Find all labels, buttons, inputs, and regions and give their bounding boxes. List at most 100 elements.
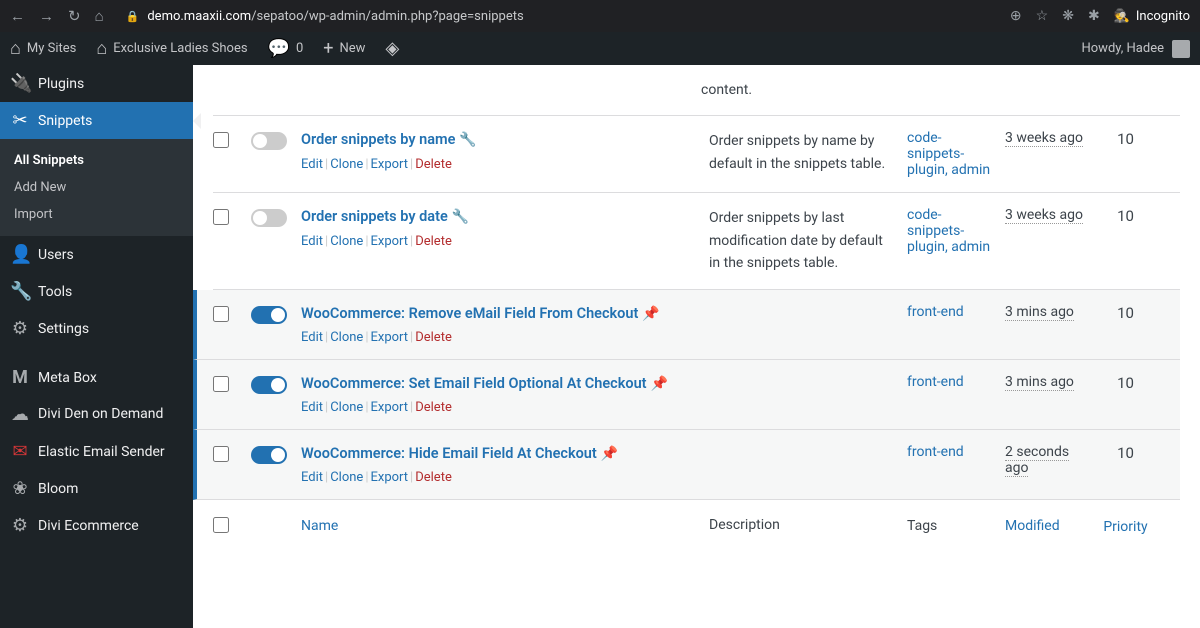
- forward-icon[interactable]: →: [39, 7, 54, 25]
- user-greeting[interactable]: Howdy, Hadee: [1081, 40, 1200, 58]
- indicator-icon: 📌: [651, 376, 668, 392]
- snippet-title-link[interactable]: WooCommerce: Remove eMail Field From Che…: [301, 305, 638, 322]
- comment-icon: 💬: [268, 38, 290, 59]
- plus-icon: +: [323, 38, 333, 59]
- export-link[interactable]: Export: [371, 470, 409, 485]
- submenu-all-snippets[interactable]: All Snippets: [0, 147, 193, 174]
- plugin-icon: 🔌: [10, 73, 30, 94]
- wp-admin-toolbar: ⌂ My Sites ⌂ Exclusive Ladies Shoes 💬 0 …: [0, 32, 1200, 65]
- snippet-title-link[interactable]: Order snippets by date: [301, 208, 448, 225]
- extension-icon[interactable]: ✱: [1088, 8, 1100, 24]
- home-icon[interactable]: ⌂: [95, 7, 104, 25]
- snippet-title-link[interactable]: Order snippets by name: [301, 131, 455, 148]
- divi-link[interactable]: ◈: [375, 32, 409, 65]
- sidebar-item-elastic[interactable]: ✉ Elastic Email Sender: [0, 433, 193, 470]
- admin-sidebar: 🔌 Plugins ✂ Snippets All Snippets Add Ne…: [0, 65, 193, 628]
- site-link[interactable]: ⌂ Exclusive Ladies Shoes: [86, 32, 257, 65]
- bookmark-icon[interactable]: ☆: [1036, 8, 1049, 24]
- activate-toggle[interactable]: [251, 446, 287, 464]
- clone-link[interactable]: Clone: [330, 330, 363, 345]
- select-all-checkbox[interactable]: [213, 517, 229, 533]
- snippet-title-link[interactable]: WooCommerce: Set Email Field Optional At…: [301, 375, 647, 392]
- clone-link[interactable]: Clone: [330, 400, 363, 415]
- tag-link[interactable]: front-end: [907, 304, 964, 320]
- edit-link[interactable]: Edit: [301, 470, 323, 485]
- col-modified-sort[interactable]: Modified: [1005, 518, 1060, 534]
- row-description: Order snippets by last modification date…: [709, 207, 899, 274]
- sidebar-item-tools[interactable]: 🔧 Tools: [0, 273, 193, 310]
- row-actions: Edit|Clone|Export|Delete: [301, 234, 701, 249]
- export-link[interactable]: Export: [371, 330, 409, 345]
- export-link[interactable]: Export: [371, 234, 409, 249]
- reload-icon[interactable]: ↻: [68, 7, 81, 25]
- submenu-add-new[interactable]: Add New: [0, 174, 193, 201]
- modified-time: 3 mins ago: [1005, 374, 1074, 391]
- delete-link[interactable]: Delete: [415, 234, 452, 249]
- sidebar-item-dividen[interactable]: ☁ Divi Den on Demand: [0, 396, 193, 433]
- row-checkbox[interactable]: [213, 446, 229, 462]
- col-priority-sort[interactable]: Priority: [1103, 519, 1147, 535]
- delete-link[interactable]: Delete: [415, 400, 452, 415]
- tag-link[interactable]: admin: [951, 239, 990, 255]
- snippet-row: Order snippets by name🔧Edit|Clone|Export…: [213, 116, 1180, 193]
- indicator-icon: 📌: [642, 306, 659, 322]
- activate-toggle[interactable]: [251, 306, 287, 324]
- clone-link[interactable]: Clone: [330, 157, 363, 172]
- tag-link[interactable]: front-end: [907, 374, 964, 390]
- sidebar-item-settings[interactable]: ⚙ Settings: [0, 310, 193, 347]
- snippet-title-link[interactable]: WooCommerce: Hide Email Field At Checkou…: [301, 445, 597, 462]
- col-description: Description: [709, 514, 899, 536]
- my-sites-link[interactable]: ⌂ My Sites: [0, 32, 86, 65]
- indicator-icon: 📌: [601, 446, 618, 462]
- activate-toggle[interactable]: [251, 209, 287, 227]
- edit-link[interactable]: Edit: [301, 234, 323, 249]
- url-bar[interactable]: 🔒 demo.maaxii.com/sepatoo/wp-admin/admin…: [126, 9, 998, 24]
- snippet-row: WooCommerce: Hide Email Field At Checkou…: [193, 430, 1180, 500]
- divi-icon: ◈: [385, 38, 399, 59]
- col-name-sort[interactable]: Name: [301, 518, 338, 534]
- activate-toggle[interactable]: [251, 376, 287, 394]
- back-icon[interactable]: ←: [10, 7, 25, 25]
- col-tags: Tags: [907, 518, 997, 534]
- row-checkbox[interactable]: [213, 376, 229, 392]
- modified-time: 3 weeks ago: [1005, 130, 1083, 147]
- snippets-submenu: All Snippets Add New Import: [0, 139, 193, 236]
- edit-link[interactable]: Edit: [301, 330, 323, 345]
- new-link[interactable]: + New: [313, 32, 375, 65]
- sidebar-item-metabox[interactable]: M Meta Box: [0, 359, 193, 396]
- row-priority: 10: [1098, 444, 1153, 462]
- sidebar-item-bloom[interactable]: ❀ Bloom: [0, 470, 193, 507]
- delete-link[interactable]: Delete: [415, 157, 452, 172]
- search-icon[interactable]: ⊕: [1010, 8, 1022, 24]
- delete-link[interactable]: Delete: [415, 330, 452, 345]
- sidebar-item-users[interactable]: 👤 Users: [0, 236, 193, 273]
- sidebar-item-snippets[interactable]: ✂ Snippets: [0, 102, 193, 139]
- export-link[interactable]: Export: [371, 400, 409, 415]
- bloom-icon: ❀: [10, 478, 30, 499]
- sidebar-item-plugins[interactable]: 🔌 Plugins: [0, 65, 193, 102]
- edit-link[interactable]: Edit: [301, 157, 323, 172]
- export-link[interactable]: Export: [371, 157, 409, 172]
- sidebar-item-diviecom[interactable]: ⚙ Divi Ecommerce: [0, 507, 193, 544]
- modified-time: 3 mins ago: [1005, 304, 1074, 321]
- row-checkbox[interactable]: [213, 132, 229, 148]
- gear-icon[interactable]: ❋: [1062, 8, 1074, 24]
- comments-link[interactable]: 💬 0: [258, 32, 314, 65]
- submenu-import[interactable]: Import: [0, 201, 193, 228]
- row-checkbox[interactable]: [213, 306, 229, 322]
- partial-row: content.: [213, 65, 1180, 116]
- indicator-icon: 🔧: [452, 209, 469, 225]
- tag-link[interactable]: front-end: [907, 444, 964, 460]
- sliders-icon: ⚙: [10, 318, 30, 339]
- row-priority: 10: [1098, 130, 1153, 148]
- clone-link[interactable]: Clone: [330, 470, 363, 485]
- row-checkbox[interactable]: [213, 209, 229, 225]
- row-actions: Edit|Clone|Export|Delete: [301, 157, 701, 172]
- activate-toggle[interactable]: [251, 132, 287, 150]
- metabox-icon: M: [10, 367, 30, 388]
- tag-link[interactable]: admin: [951, 162, 990, 178]
- clone-link[interactable]: Clone: [330, 234, 363, 249]
- edit-link[interactable]: Edit: [301, 400, 323, 415]
- mail-icon: ✉: [10, 441, 30, 462]
- delete-link[interactable]: Delete: [415, 470, 452, 485]
